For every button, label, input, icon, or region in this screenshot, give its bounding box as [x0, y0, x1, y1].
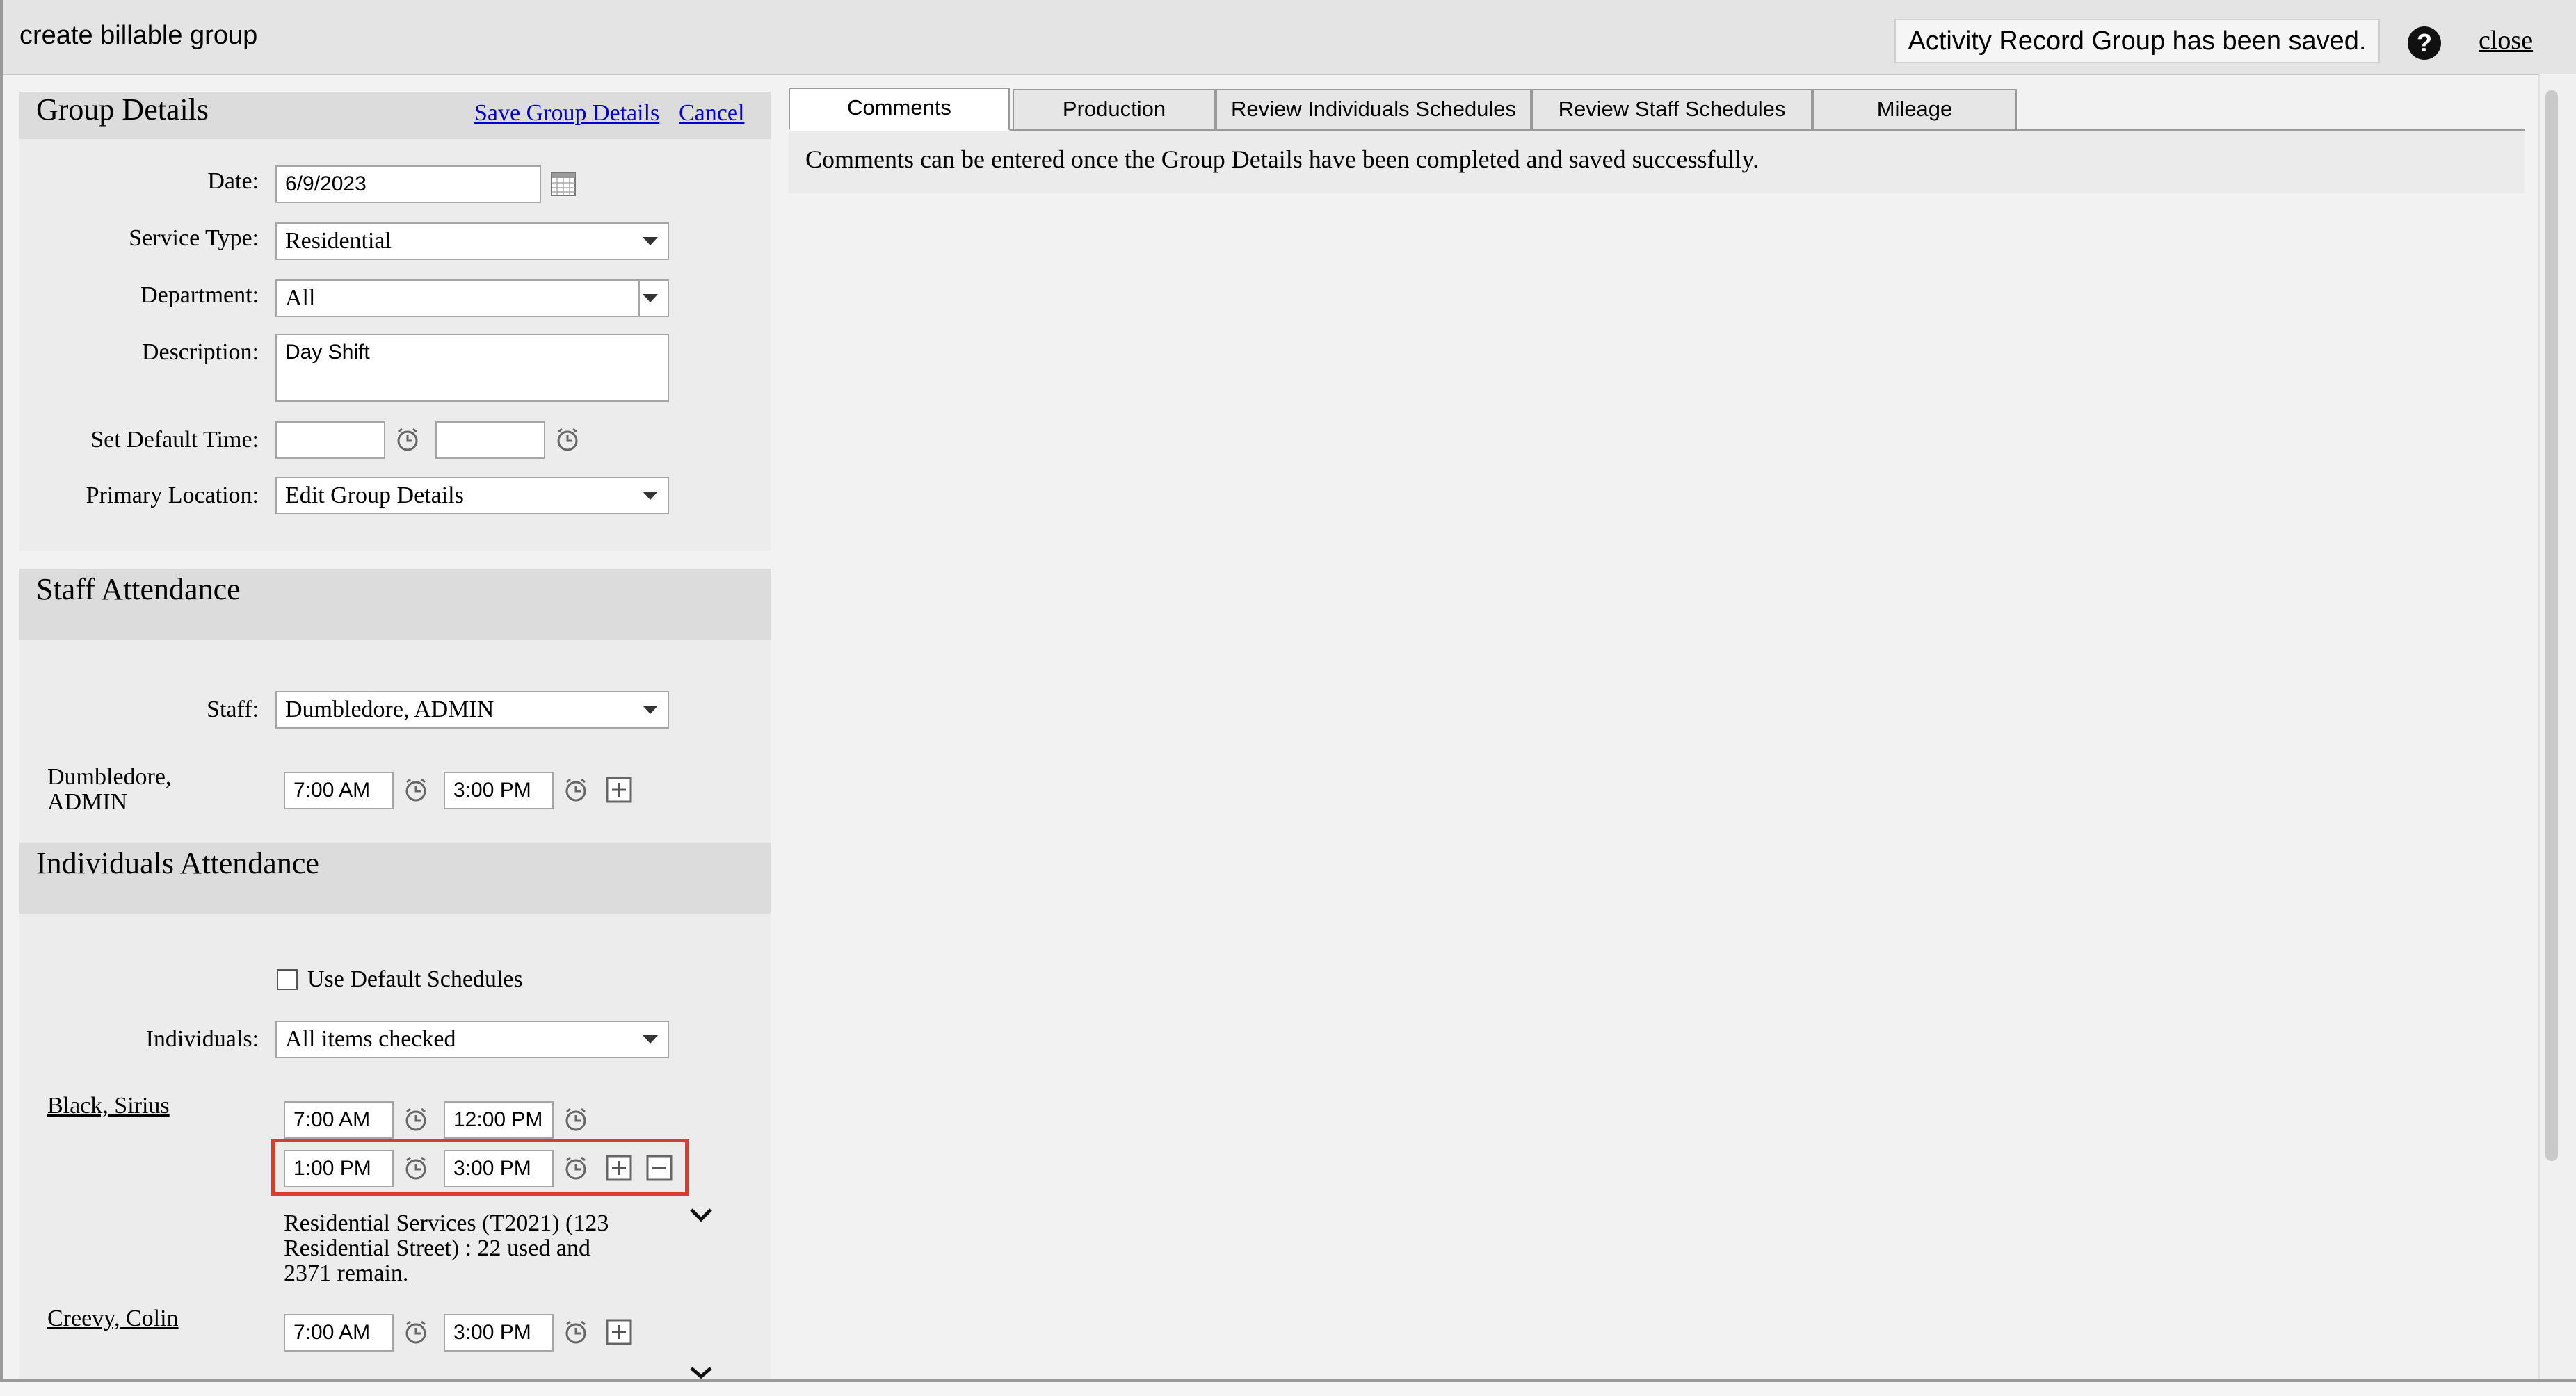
staff-start-time-input[interactable]: 7:00 AM: [284, 772, 394, 809]
save-status-message: Activity Record Group has been saved.: [1894, 19, 2380, 63]
individual-end-time-input[interactable]: 3:00 PM: [444, 1314, 554, 1352]
chevron-down-icon: [643, 706, 658, 714]
date-label: Date:: [207, 168, 259, 194]
primary-location-label: Primary Location:: [86, 482, 259, 508]
chevron-down-icon: [643, 237, 658, 245]
service-type-label: Service Type:: [129, 225, 259, 251]
plus-square-icon[interactable]: [605, 1318, 633, 1346]
window-left-border: [0, 0, 3, 1393]
individuals-value: All items checked: [285, 1026, 456, 1052]
chevron-down-icon: [643, 492, 658, 500]
group-details-title: Group Details: [36, 92, 209, 127]
close-link[interactable]: close: [2479, 25, 2533, 56]
individuals-attendance-title: Individuals Attendance: [36, 846, 319, 880]
service-type-value: Residential: [285, 228, 392, 254]
staff-select[interactable]: Dumbledore, ADMIN: [275, 691, 669, 729]
description-label: Description:: [141, 339, 259, 365]
staff-attendance-title: Staff Attendance: [36, 572, 241, 606]
department-label: Department:: [140, 282, 259, 308]
help-icon[interactable]: ?: [2408, 26, 2441, 60]
service-type-select[interactable]: Residential: [275, 222, 669, 260]
individual-name-link[interactable]: Black, Sirius: [47, 1093, 170, 1119]
clock-icon[interactable]: [562, 1105, 590, 1133]
individual-start-time-input[interactable]: 7:00 AM: [284, 1314, 394, 1352]
tab-production[interactable]: Production: [1013, 89, 1216, 131]
tab-comments[interactable]: Comments: [789, 88, 1010, 131]
tab-review-staff-schedules[interactable]: Review Staff Schedules: [1531, 89, 1812, 131]
default-end-time-input[interactable]: [435, 421, 545, 459]
comments-message: Comments can be entered once the Group D…: [805, 145, 1760, 173]
plus-square-icon[interactable]: [605, 776, 633, 804]
individual-end-time-input[interactable]: 12:00 PM: [444, 1101, 554, 1139]
default-time-label: Set Default Time:: [90, 427, 259, 453]
individual-name-link[interactable]: Creevy, Colin: [47, 1306, 179, 1332]
authorization-text-line1: Residential Services (T2021) (123: [284, 1210, 609, 1236]
clock-icon[interactable]: [402, 1105, 430, 1133]
individuals-label: Individuals:: [145, 1026, 259, 1052]
scrollbar-thumb[interactable]: [2545, 90, 2558, 1161]
authorization-text-line2: Residential Street) : 22 used and: [284, 1235, 590, 1261]
highlighted-schedule-row: [271, 1139, 689, 1196]
clock-icon[interactable]: [402, 776, 430, 804]
window-title: create billable group: [19, 21, 258, 50]
primary-location-select[interactable]: Edit Group Details: [275, 477, 669, 514]
clock-icon[interactable]: [402, 1318, 430, 1346]
chevron-down-icon[interactable]: [687, 1206, 715, 1225]
chevron-down-icon: [643, 1035, 658, 1044]
use-default-schedules-checkbox[interactable]: [277, 969, 298, 990]
staff-name-line1: Dumbledore,: [47, 764, 172, 790]
chevron-down-icon[interactable]: [687, 1367, 715, 1379]
staff-end-time-input[interactable]: 3:00 PM: [444, 772, 554, 809]
staff-value: Dumbledore, ADMIN: [285, 697, 494, 722]
department-select[interactable]: All: [275, 279, 669, 317]
tab-mileage[interactable]: Mileage: [1812, 89, 2017, 131]
window-bottom-border: [0, 1379, 2576, 1396]
clock-icon[interactable]: [562, 776, 590, 804]
individuals-select[interactable]: All items checked: [275, 1021, 669, 1058]
cancel-link[interactable]: Cancel: [679, 100, 744, 127]
staff-label: Staff:: [207, 697, 259, 722]
individual-start-time-input[interactable]: 7:00 AM: [284, 1101, 394, 1139]
default-start-time-input[interactable]: [275, 421, 385, 459]
staff-name-line2: ADMIN: [47, 789, 128, 815]
clock-icon[interactable]: [554, 425, 581, 453]
clock-icon[interactable]: [562, 1318, 590, 1346]
tab-review-individuals-schedules[interactable]: Review Individuals Schedules: [1216, 89, 1531, 131]
chevron-down-icon: [643, 294, 658, 302]
calendar-icon[interactable]: [549, 170, 577, 197]
save-group-details-link[interactable]: Save Group Details: [474, 100, 659, 127]
date-input[interactable]: 6/9/2023: [275, 165, 541, 203]
primary-location-value: Edit Group Details: [285, 482, 464, 508]
department-value: All: [285, 285, 316, 311]
department-divider: [638, 281, 640, 316]
authorization-text-line3: 2371 remain.: [284, 1260, 409, 1286]
clock-icon[interactable]: [394, 425, 421, 453]
description-textarea[interactable]: Day Shift: [275, 334, 669, 402]
use-default-schedules-label: Use Default Schedules: [307, 966, 523, 992]
